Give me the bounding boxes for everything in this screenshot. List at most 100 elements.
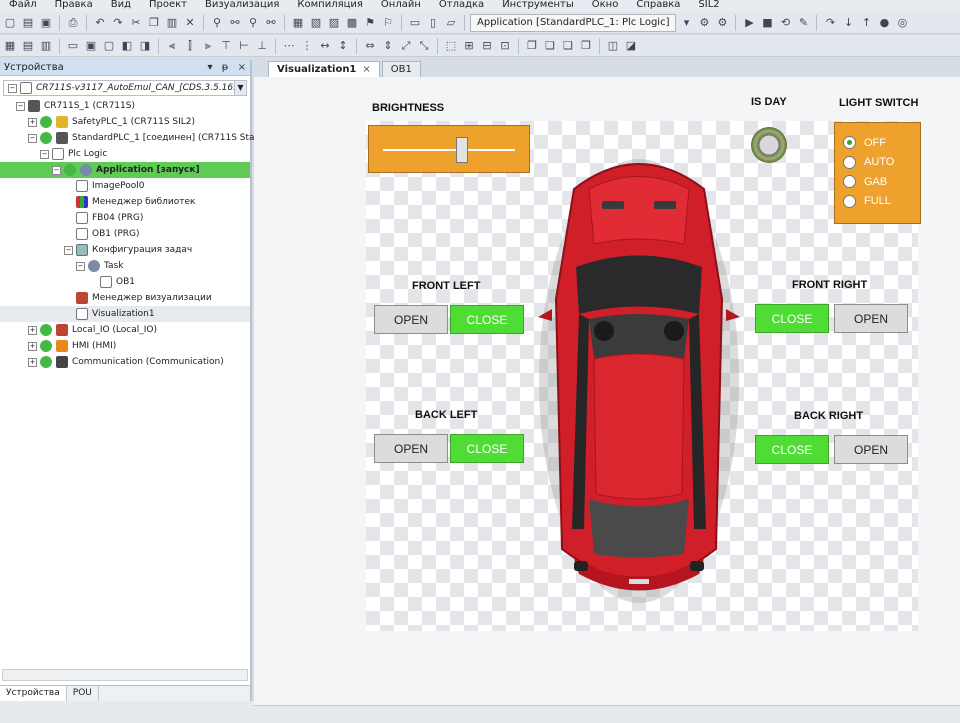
undo-icon[interactable]: ↶ bbox=[92, 15, 108, 31]
window-icon[interactable]: ▭ bbox=[407, 15, 423, 31]
pin-icon[interactable]: ᵽ bbox=[222, 62, 229, 73]
step-into-icon[interactable]: ↓ bbox=[840, 15, 856, 31]
rebuild-icon[interactable]: ▧ bbox=[308, 15, 324, 31]
paste-icon[interactable]: ▥ bbox=[164, 15, 180, 31]
align-right-icon[interactable]: ⫸ bbox=[200, 38, 216, 54]
tree-toggle[interactable]: − bbox=[64, 245, 73, 255]
find-icon[interactable]: ⚲ bbox=[209, 15, 225, 31]
properties-icon[interactable]: ▯ bbox=[425, 15, 441, 31]
group-icon[interactable]: ▣ bbox=[83, 38, 99, 54]
ungroup-icon[interactable]: ▢ bbox=[101, 38, 117, 54]
tree-item[interactable]: − Application [запуск] bbox=[0, 162, 250, 178]
tree-item[interactable]: ImagePool0 bbox=[0, 178, 250, 194]
tree-item[interactable]: Менеджер библиотек bbox=[0, 194, 250, 210]
tree-item[interactable]: − Task bbox=[0, 258, 250, 274]
tab-ob1[interactable]: OB1 bbox=[381, 61, 421, 77]
align-top-icon[interactable]: ⊤ bbox=[218, 38, 234, 54]
radio-button[interactable] bbox=[843, 194, 856, 208]
build-icon[interactable]: ▦ bbox=[290, 15, 306, 31]
send-back-icon[interactable]: ◨ bbox=[137, 38, 153, 54]
back-right-open-button[interactable]: OPEN bbox=[834, 435, 908, 464]
close-icon[interactable]: × bbox=[238, 62, 246, 73]
tree-item[interactable]: FB04 (PRG) bbox=[0, 210, 250, 226]
paste-format-icon[interactable]: ❏ bbox=[542, 38, 558, 54]
redo-icon[interactable]: ↷ bbox=[110, 15, 126, 31]
menu-project[interactable]: Проект bbox=[140, 0, 196, 12]
tree-item[interactable]: Менеджер визуализации bbox=[0, 290, 250, 306]
new-project-icon[interactable]: ▢ bbox=[2, 15, 18, 31]
same-width-icon[interactable]: ↔ bbox=[317, 38, 333, 54]
spacing-vertical-icon[interactable]: ⇕ bbox=[380, 38, 396, 54]
save-icon[interactable]: ▣ bbox=[38, 15, 54, 31]
tree-item[interactable]: + SafetyPLC_1 (CR711S SIL2) bbox=[0, 114, 250, 130]
tree-item[interactable]: + HMI (HMI) bbox=[0, 338, 250, 354]
distribute-vertical-icon[interactable]: ⋮ bbox=[299, 38, 315, 54]
element-properties-icon[interactable]: ❒ bbox=[578, 38, 594, 54]
tree-item[interactable]: − StandardPLC_1 [соединен] (CR711S Star bbox=[0, 130, 258, 146]
menu-view[interactable]: Вид bbox=[102, 0, 140, 12]
align-left-icon[interactable]: ⫷ bbox=[164, 38, 180, 54]
bookmark-icon[interactable]: ⚑ bbox=[362, 15, 378, 31]
tree-item[interactable]: OB1 (PRG) bbox=[0, 226, 250, 242]
menu-window[interactable]: Окно bbox=[583, 0, 628, 12]
copy-format-icon[interactable]: ❐ bbox=[524, 38, 540, 54]
tab-visualization1[interactable]: Visualization1 × bbox=[268, 61, 380, 77]
step-over-icon[interactable]: ↷ bbox=[822, 15, 838, 31]
menu-edit[interactable]: Правка bbox=[46, 0, 102, 12]
element-list-icon[interactable]: ❑ bbox=[560, 38, 576, 54]
menu-visualization[interactable]: Визуализация bbox=[196, 0, 288, 12]
menu-tools[interactable]: Инструменты bbox=[493, 0, 583, 12]
resize-icon[interactable]: ⤡ bbox=[416, 38, 432, 54]
tree-item[interactable]: OB1 bbox=[0, 274, 250, 290]
tree-toggle[interactable]: − bbox=[8, 83, 17, 93]
logout-icon[interactable]: ⚙ bbox=[714, 15, 730, 31]
front-right-open-button[interactable]: OPEN bbox=[834, 304, 908, 333]
frame-select-icon[interactable]: ⬚ bbox=[443, 38, 459, 54]
stop-icon[interactable]: ■ bbox=[759, 15, 775, 31]
tree-item[interactable]: + Local_IO (Local_IO) bbox=[0, 322, 250, 338]
radio-button[interactable] bbox=[843, 155, 856, 169]
light-option-gab[interactable]: GAB bbox=[843, 172, 920, 192]
tree-item[interactable]: Visualization1 bbox=[0, 306, 250, 322]
delete-icon[interactable]: ✕ bbox=[182, 15, 198, 31]
tree-item[interactable]: − Plc Logic bbox=[0, 146, 250, 162]
size-icon[interactable]: ⤢ bbox=[398, 38, 414, 54]
menu-build[interactable]: Компиляция bbox=[288, 0, 372, 12]
front-right-close-button[interactable]: CLOSE bbox=[755, 304, 829, 333]
menu-file[interactable]: Файл bbox=[0, 0, 46, 12]
radio-button[interactable] bbox=[843, 175, 856, 189]
back-left-open-button[interactable]: OPEN bbox=[374, 434, 448, 463]
close-icon[interactable]: × bbox=[362, 64, 370, 75]
tree-toggle[interactable]: − bbox=[52, 165, 61, 175]
tree-toggle[interactable]: − bbox=[16, 101, 25, 111]
same-height-icon[interactable]: ↕ bbox=[335, 38, 351, 54]
chevron-down-icon[interactable]: ▼ bbox=[234, 81, 246, 95]
interface-editor-icon[interactable]: ⊡ bbox=[497, 38, 513, 54]
back-left-close-button[interactable]: CLOSE bbox=[450, 434, 524, 463]
run-icon[interactable]: ▶ bbox=[741, 15, 757, 31]
menu-sil2[interactable]: SIL2 bbox=[689, 0, 728, 12]
table-icon[interactable]: ▥ bbox=[38, 38, 54, 54]
bring-front-icon[interactable]: ◧ bbox=[119, 38, 135, 54]
align-middle-icon[interactable]: ⊢ bbox=[236, 38, 252, 54]
tree-item[interactable]: − Конфигурация задач bbox=[0, 242, 250, 258]
clean-icon[interactable]: ▩ bbox=[344, 15, 360, 31]
step-out-icon[interactable]: ↑ bbox=[858, 15, 874, 31]
tab-devices[interactable]: Устройства bbox=[0, 686, 67, 701]
tree-toggle[interactable]: − bbox=[28, 133, 37, 143]
find-replace-icon[interactable]: ⚯ bbox=[227, 15, 243, 31]
background-icon[interactable]: ⊟ bbox=[479, 38, 495, 54]
cut-icon[interactable]: ✂ bbox=[128, 15, 144, 31]
distribute-horizontal-icon[interactable]: ⋯ bbox=[281, 38, 297, 54]
generate-code-icon[interactable]: ▨ bbox=[326, 15, 342, 31]
reset-icon[interactable]: ⟲ bbox=[777, 15, 793, 31]
back-right-close-button[interactable]: CLOSE bbox=[755, 435, 829, 464]
hotkeys-icon[interactable]: ◪ bbox=[623, 38, 639, 54]
menu-online[interactable]: Онлайн bbox=[372, 0, 430, 12]
watch-icon[interactable]: ◎ bbox=[894, 15, 910, 31]
editor-horizontal-scrollbar[interactable] bbox=[254, 705, 960, 723]
menu-debug[interactable]: Отладка bbox=[430, 0, 493, 12]
align-bottom-icon[interactable]: ⊥ bbox=[254, 38, 270, 54]
grid-icon[interactable]: ▦ bbox=[2, 38, 18, 54]
align-center-icon[interactable]: ⫿ bbox=[182, 38, 198, 54]
